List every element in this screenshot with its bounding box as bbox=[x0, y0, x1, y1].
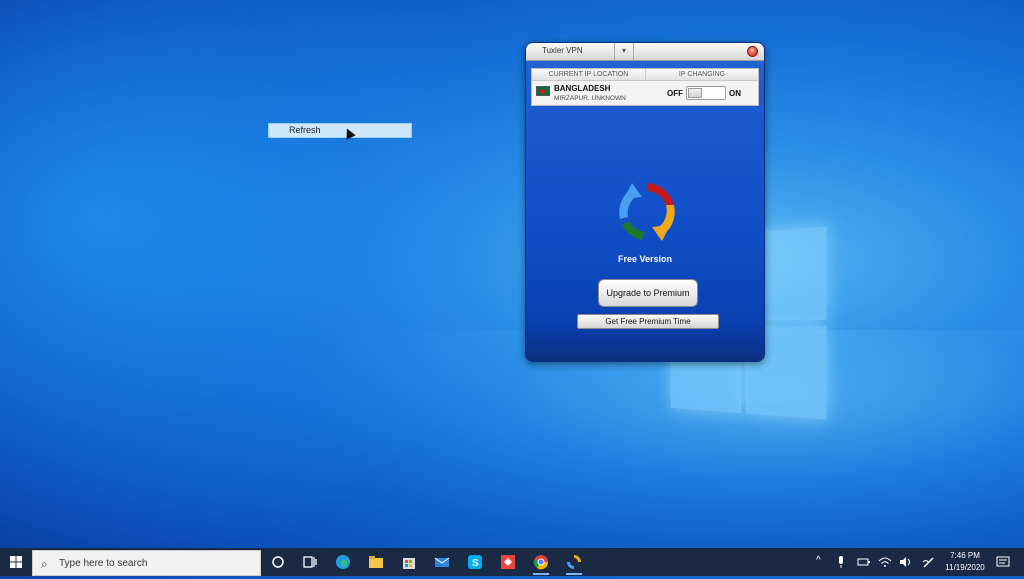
cortana-icon[interactable] bbox=[267, 552, 289, 572]
desktop: Refresh Tuxler VPN ▾ × CURRENT IP LOCATI… bbox=[0, 0, 1024, 548]
toggle-on-label: ON bbox=[729, 89, 741, 98]
city-name: MIRZAPUR, UNKNOWN bbox=[554, 95, 626, 102]
battery-icon[interactable] bbox=[857, 557, 871, 567]
current-ip-header: CURRENT IP LOCATION bbox=[532, 69, 646, 81]
tuxler-vpn-window: Tuxler VPN ▾ × CURRENT IP LOCATION IP CH… bbox=[525, 42, 765, 362]
search-box[interactable]: ⌕ Type here to search bbox=[32, 550, 261, 576]
volume-icon[interactable] bbox=[899, 556, 913, 568]
upgrade-premium-button[interactable]: Upgrade to Premium bbox=[598, 279, 698, 307]
anydesk-icon[interactable] bbox=[497, 552, 519, 572]
edge-icon[interactable] bbox=[332, 552, 354, 572]
taskbar: ⌕ Type here to search S ^ 7:46 PM 11/19/… bbox=[0, 548, 1024, 576]
search-icon: ⌕ bbox=[41, 557, 48, 571]
microphone-icon[interactable] bbox=[836, 555, 846, 569]
chevron-up-icon[interactable]: ^ bbox=[816, 555, 821, 566]
title-bar[interactable]: Tuxler VPN ▾ × bbox=[526, 43, 764, 61]
notification-icon[interactable] bbox=[996, 555, 1010, 569]
windows-start-icon[interactable] bbox=[0, 548, 32, 576]
version-label: Free Version bbox=[617, 254, 673, 264]
clock-date: 11/19/2020 bbox=[945, 563, 985, 572]
tuxler-icon[interactable] bbox=[563, 552, 585, 575]
system-clock[interactable]: 7:46 PM 11/19/2020 bbox=[940, 550, 990, 574]
file-explorer-icon[interactable] bbox=[365, 552, 387, 572]
store-icon[interactable] bbox=[398, 552, 420, 572]
svg-text:S: S bbox=[472, 558, 479, 569]
toggle-off-label: OFF bbox=[667, 89, 683, 98]
chevron-down-icon[interactable]: ▾ bbox=[614, 43, 634, 60]
bangladesh-flag-icon bbox=[536, 86, 550, 96]
window-title: Tuxler VPN bbox=[542, 46, 583, 55]
task-view-icon[interactable] bbox=[299, 552, 321, 572]
ip-info-panel: CURRENT IP LOCATION IP CHANGING BANGLADE… bbox=[531, 68, 759, 106]
toggle-knob bbox=[688, 88, 702, 98]
country-name: BANGLADESH bbox=[554, 84, 611, 93]
tuxler-refresh-logo-icon bbox=[619, 183, 675, 241]
mail-icon[interactable] bbox=[431, 552, 453, 572]
wallpaper-beam bbox=[300, 330, 1024, 548]
ip-changing-toggle[interactable] bbox=[686, 86, 726, 100]
pen-icon[interactable] bbox=[922, 556, 936, 568]
get-free-premium-time-button[interactable]: Get Free Premium Time bbox=[577, 314, 719, 329]
refresh-label: Refresh bbox=[289, 125, 321, 135]
search-placeholder: Type here to search bbox=[59, 558, 148, 569]
wifi-icon[interactable] bbox=[878, 556, 892, 568]
clock-time: 7:46 PM bbox=[950, 551, 980, 560]
context-menu-refresh[interactable]: Refresh bbox=[268, 123, 412, 138]
skype-icon[interactable]: S bbox=[464, 552, 486, 572]
ip-changing-header: IP CHANGING bbox=[646, 69, 758, 81]
close-icon[interactable]: × bbox=[747, 46, 758, 57]
chrome-icon[interactable] bbox=[530, 552, 552, 575]
